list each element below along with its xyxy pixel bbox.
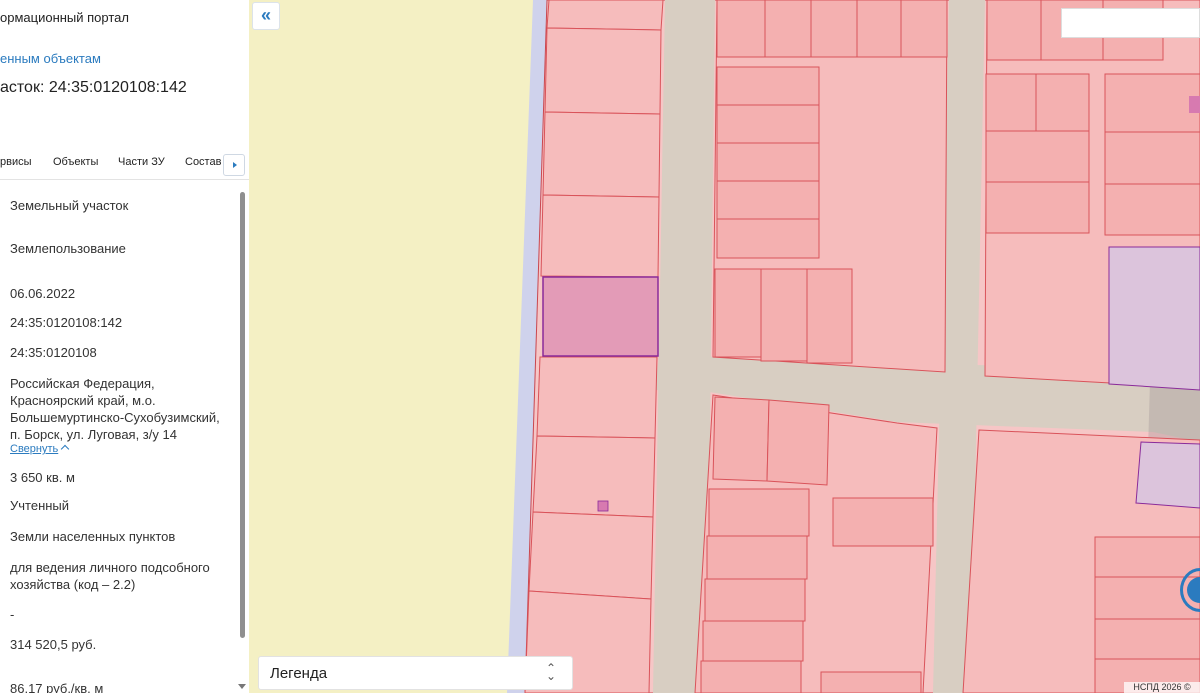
chevron-updown-icon: ⌃ ⌄ (545, 661, 556, 683)
field-land-category: Земли населенных пунктов (10, 529, 176, 544)
scroll-down-icon[interactable] (238, 684, 246, 689)
field-object-type: Земельный участок (10, 198, 129, 213)
field-address: Российская Федерация, Красноярский край,… (10, 376, 220, 442)
map-layer (249, 0, 1200, 693)
tab-parts[interactable]: Части ЗУ (118, 156, 165, 168)
chevron-up-icon[interactable] (60, 444, 70, 454)
chevron-double-left-icon[interactable]: « (252, 2, 280, 30)
legend-label: Легенда (270, 665, 328, 682)
chevron-right-icon[interactable] (223, 154, 245, 176)
field-cadastral-number: 24:35:0120108:142 (10, 315, 123, 330)
field-permitted-use: для ведения личного подсобного хозяйства… (10, 560, 210, 592)
field-status: Учтенный (10, 498, 70, 513)
panel-scrollbar[interactable] (240, 192, 245, 638)
parcel-title: асток: 24:35:0120108:142 (0, 79, 187, 96)
info-panel: ормационный портал енным объектам асток:… (0, 0, 250, 693)
tab-objects[interactable]: Объекты (53, 156, 98, 168)
portal-title: ормационный портал (0, 10, 129, 25)
field-date: 06.06.2022 (10, 286, 76, 301)
field-value-per-sqm: 86,17 руб./кв. м (10, 681, 104, 693)
map-search-input[interactable] (1061, 8, 1200, 38)
tab-composition[interactable]: Состав (185, 156, 221, 168)
field-dash: - (10, 607, 15, 622)
field-cadastral-value: 314 520,5 руб. (10, 637, 97, 652)
tab-bar: рвисы Объекты Части ЗУ Состав (0, 152, 249, 180)
legend-select[interactable]: Легенда ⌃ ⌄ (258, 656, 573, 690)
tab-services[interactable]: рвисы (0, 156, 32, 168)
field-subtype: Землепользование (10, 241, 126, 256)
collapse-link[interactable]: Свернуть (10, 443, 58, 455)
copyright: НСПД 2026 © (1124, 682, 1200, 693)
field-quarter: 24:35:0120108 (10, 345, 97, 360)
field-area: 3 650 кв. м (10, 470, 75, 485)
selected-parcel (542, 276, 659, 357)
back-to-objects-link[interactable]: енным объектам (0, 51, 101, 66)
cadastral-map[interactable] (249, 0, 1200, 693)
